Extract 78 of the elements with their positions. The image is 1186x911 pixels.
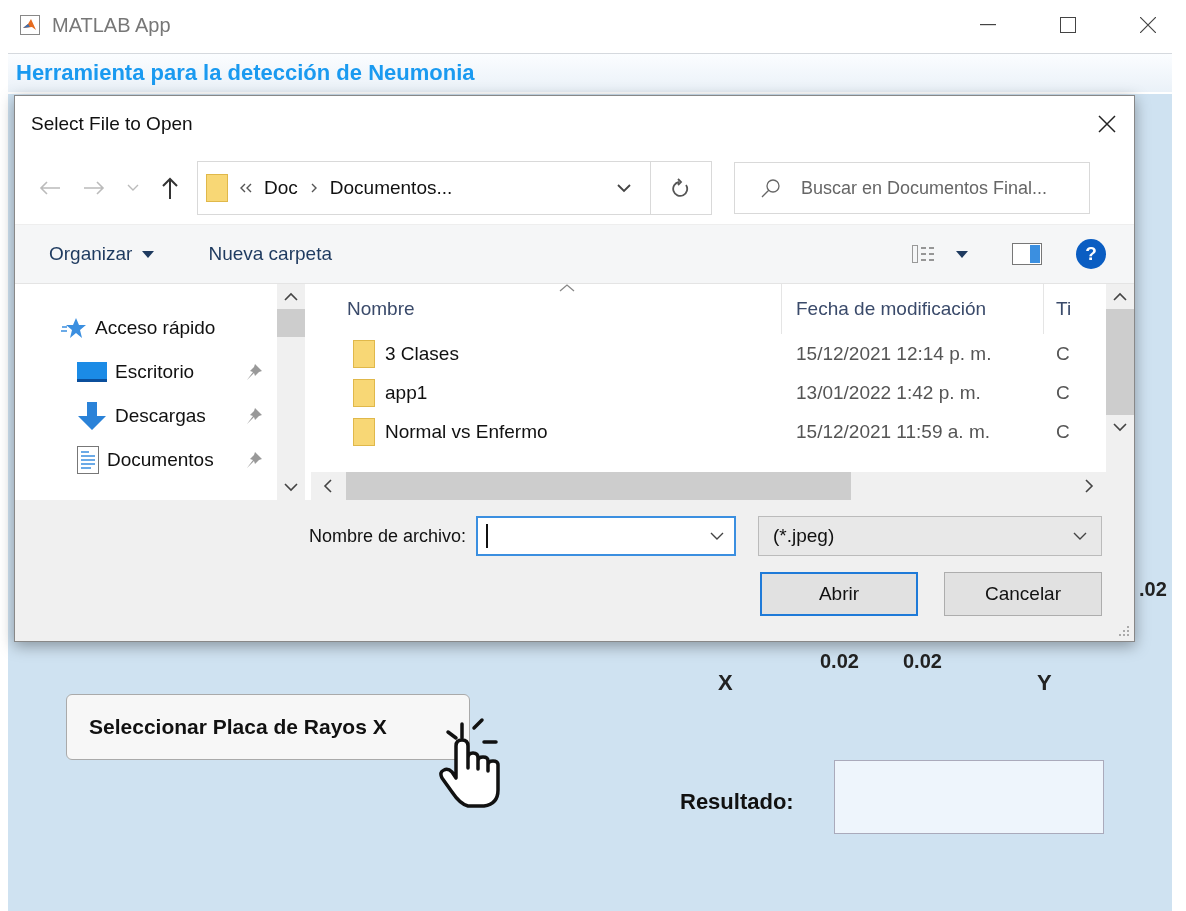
help-button[interactable]: ?	[1076, 239, 1106, 269]
scrollbar[interactable]	[311, 472, 1106, 500]
result-label: Resultado:	[680, 789, 794, 815]
monitor-icon	[77, 361, 107, 383]
document-icon	[77, 446, 99, 474]
file-name: 3 Clases	[385, 342, 459, 365]
type-cell-text: C	[1055, 342, 1071, 365]
search-icon	[761, 178, 781, 198]
breadcrumb-item[interactable]: Documentos...	[329, 177, 453, 199]
scrollbar[interactable]	[1106, 284, 1134, 500]
search-field[interactable]: Buscar en Documentos Final...	[734, 162, 1090, 214]
file-row[interactable]: Normal vs Enfermo 15/12/2021 11:59 a. m. C	[311, 412, 1106, 451]
dialog-title: Select File to Open	[31, 113, 193, 135]
folder-icon	[353, 378, 375, 407]
type-cell-text: C	[1055, 420, 1071, 443]
caret-icon	[142, 250, 155, 258]
window-title: MATLAB App	[52, 13, 171, 37]
chevron-down-icon[interactable]	[1113, 423, 1127, 432]
sort-caret-icon	[559, 284, 575, 292]
chevron-down-icon[interactable]	[710, 531, 724, 541]
column-header[interactable]: Ti	[1043, 284, 1086, 334]
date-cell-text: 13/01/2022 1:42 p. m.	[795, 381, 982, 404]
chevron-up-icon[interactable]	[1113, 292, 1127, 301]
organize-menu[interactable]: Organizar	[49, 243, 155, 265]
scrollbar[interactable]	[277, 284, 305, 500]
matlab-logo-icon	[20, 15, 40, 35]
up-arrow-icon[interactable]	[161, 177, 179, 199]
preview-pane-icon[interactable]	[1012, 243, 1042, 265]
chevron-down-icon[interactable]	[616, 183, 632, 193]
column-header[interactable]: Fecha de modificación	[781, 284, 1043, 334]
chevron-right-icon[interactable]	[1085, 479, 1094, 493]
file-name: Normal vs Enfermo	[385, 420, 548, 443]
select-xray-button[interactable]: Seleccionar Placa de Rayos X	[66, 694, 470, 760]
open-button[interactable]: Abrir	[760, 572, 918, 616]
chevron-up-icon[interactable]	[284, 292, 298, 301]
resize-grip-icon	[1118, 625, 1130, 637]
minimize-icon[interactable]	[980, 24, 996, 26]
folder-icon	[206, 174, 228, 202]
date-cell-text: 15/12/2021 11:59 a. m.	[795, 420, 992, 443]
new-folder-button[interactable]: Nueva carpeta	[208, 243, 332, 265]
sidebar-item[interactable]: Acceso rápido	[61, 310, 277, 346]
chevron-down-icon	[1073, 531, 1087, 541]
sidebar-item[interactable]: Descargas	[61, 398, 277, 434]
file-row[interactable]: 3 Clases 15/12/2021 12:14 p. m. C	[311, 334, 1106, 373]
app-title: Herramienta para la detección de Neumonia	[16, 60, 475, 86]
maximize-icon[interactable]	[1060, 17, 1076, 33]
folder-icon	[353, 339, 375, 368]
file-name: app1	[385, 381, 428, 404]
address-bar[interactable]: Doc Documentos...	[197, 161, 712, 215]
download-arrow-icon	[77, 402, 107, 430]
sidebar-item[interactable]: Documentos	[61, 442, 277, 478]
close-icon[interactable]	[1140, 17, 1156, 33]
scrollbar-thumb[interactable]	[346, 472, 851, 500]
scrollbar-thumb[interactable]	[1106, 309, 1134, 415]
tick-label: .02	[1139, 578, 1167, 601]
axis-label: Y	[1037, 670, 1052, 696]
chevron-down-icon[interactable]	[284, 483, 298, 492]
caret-icon[interactable]	[956, 250, 968, 258]
breadcrumb-item[interactable]: Doc	[264, 177, 298, 199]
scrollbar-thumb[interactable]	[277, 309, 305, 337]
tick-label: 0.02	[820, 650, 859, 673]
axis-label: X	[718, 670, 733, 696]
cancel-button[interactable]: Cancelar	[944, 572, 1102, 616]
double-chevron-icon	[240, 183, 252, 193]
star-icon	[61, 317, 87, 339]
file-name-label: Nombre de archivo:	[308, 525, 466, 547]
file-type-dropdown[interactable]: (*.jpeg)	[758, 516, 1102, 556]
close-icon[interactable]	[1098, 115, 1116, 133]
file-name-field[interactable]	[476, 516, 736, 556]
folder-icon	[353, 417, 375, 446]
refresh-icon	[672, 178, 690, 198]
sidebar-item[interactable]: Escritorio	[61, 354, 277, 390]
column-header[interactable]: Nombre	[311, 284, 781, 334]
chevron-left-icon[interactable]	[323, 479, 332, 493]
date-cell-text: 15/12/2021 12:14 p. m.	[795, 342, 993, 365]
type-cell-text: C	[1055, 381, 1071, 404]
file-row[interactable]: app1 13/01/2022 1:42 p. m. C	[311, 373, 1106, 412]
tick-label: 0.02	[903, 650, 942, 673]
